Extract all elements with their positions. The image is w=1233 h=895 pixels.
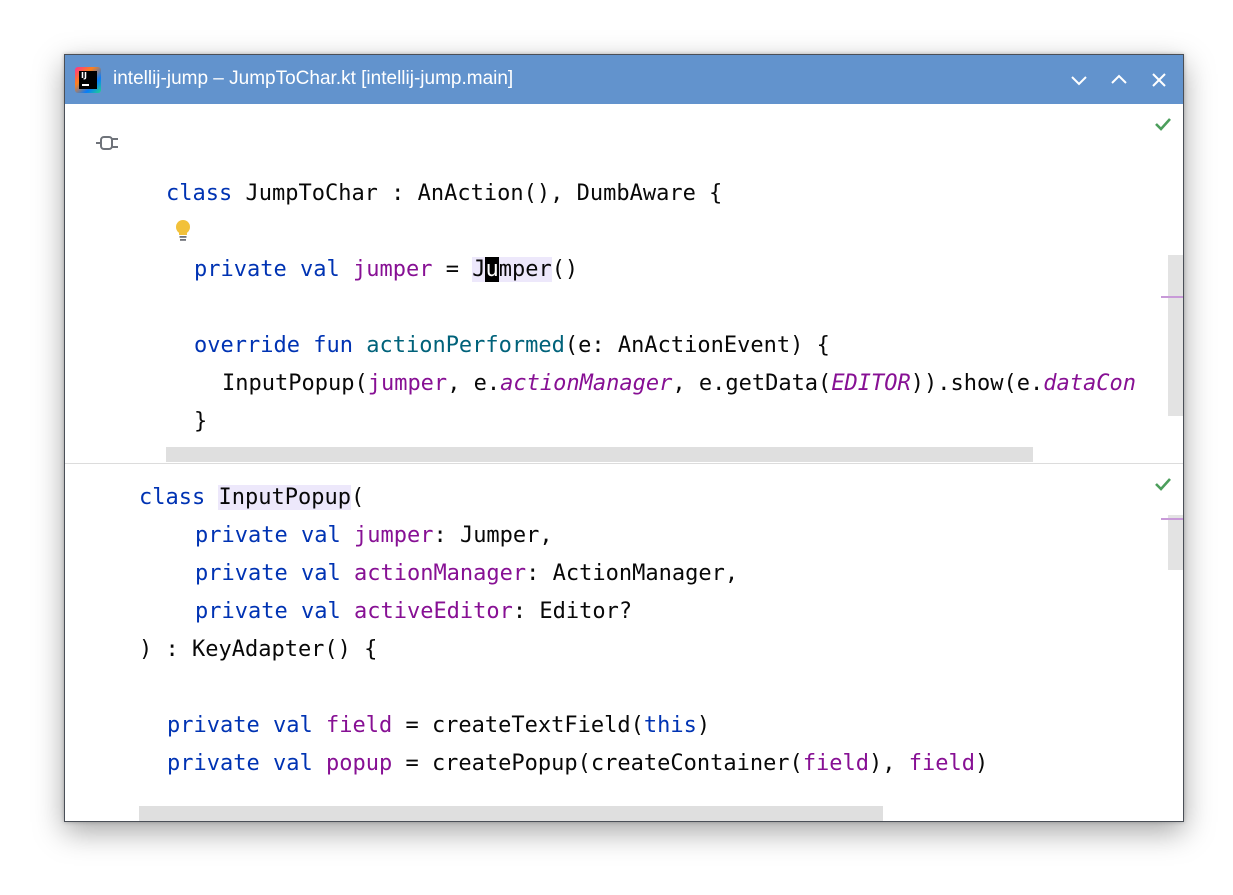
- code-line: private val actionManager: ActionManager…: [195, 561, 739, 586]
- horizontal-scrollbar[interactable]: [139, 806, 883, 821]
- code-line: class JumpToChar : AnAction(), DumbAware…: [166, 181, 723, 206]
- plug-icon[interactable]: [95, 132, 121, 154]
- error-stripe-mark[interactable]: [1161, 296, 1183, 298]
- code-line: private val jumper = Jumper(): [194, 257, 579, 282]
- maximize-button[interactable]: [1106, 67, 1132, 93]
- chevron-down-icon: [1071, 76, 1087, 86]
- check-icon[interactable]: [1153, 474, 1173, 494]
- code-line: private val activeEditor: Editor?: [195, 599, 633, 624]
- title-bar[interactable]: IJ intellij-jump – JumpToChar.kt [intell…: [65, 55, 1183, 104]
- code-line: private val field = createTextField(this…: [167, 713, 711, 738]
- code-line: }: [194, 409, 208, 434]
- window-title: intellij-jump – JumpToChar.kt [intellij-…: [113, 68, 514, 89]
- close-icon: [1152, 73, 1166, 87]
- code-line: private val jumper: Jumper,: [195, 523, 553, 548]
- code-line: override fun actionPerformed(e: AnAction…: [194, 333, 830, 358]
- editor-pane-bottom[interactable]: class InputPopup( private val jumper: Ju…: [65, 464, 1183, 821]
- horizontal-scrollbar[interactable]: [166, 447, 1033, 462]
- minimize-button[interactable]: [1066, 67, 1092, 93]
- chevron-up-icon: [1111, 74, 1127, 84]
- intellij-logo-icon: IJ: [75, 67, 101, 93]
- text-caret: u: [485, 257, 499, 282]
- check-icon[interactable]: [1153, 114, 1173, 134]
- code-line: private val popup = createPopup(createCo…: [167, 751, 989, 776]
- lightbulb-icon[interactable]: [173, 219, 193, 245]
- code-line: ) : KeyAdapter() {: [139, 637, 378, 662]
- vertical-scrollbar[interactable]: [1168, 515, 1183, 570]
- error-stripe-mark[interactable]: [1161, 518, 1183, 520]
- ide-window: IJ intellij-jump – JumpToChar.kt [intell…: [64, 54, 1184, 822]
- close-button[interactable]: [1146, 67, 1172, 93]
- vertical-scrollbar[interactable]: [1168, 255, 1183, 416]
- code-line: InputPopup(jumper, e.actionManager, e.ge…: [222, 371, 1136, 396]
- editor-pane-top[interactable]: class JumpToChar : AnAction(), DumbAware…: [65, 104, 1183, 462]
- code-line: class InputPopup(: [139, 485, 365, 510]
